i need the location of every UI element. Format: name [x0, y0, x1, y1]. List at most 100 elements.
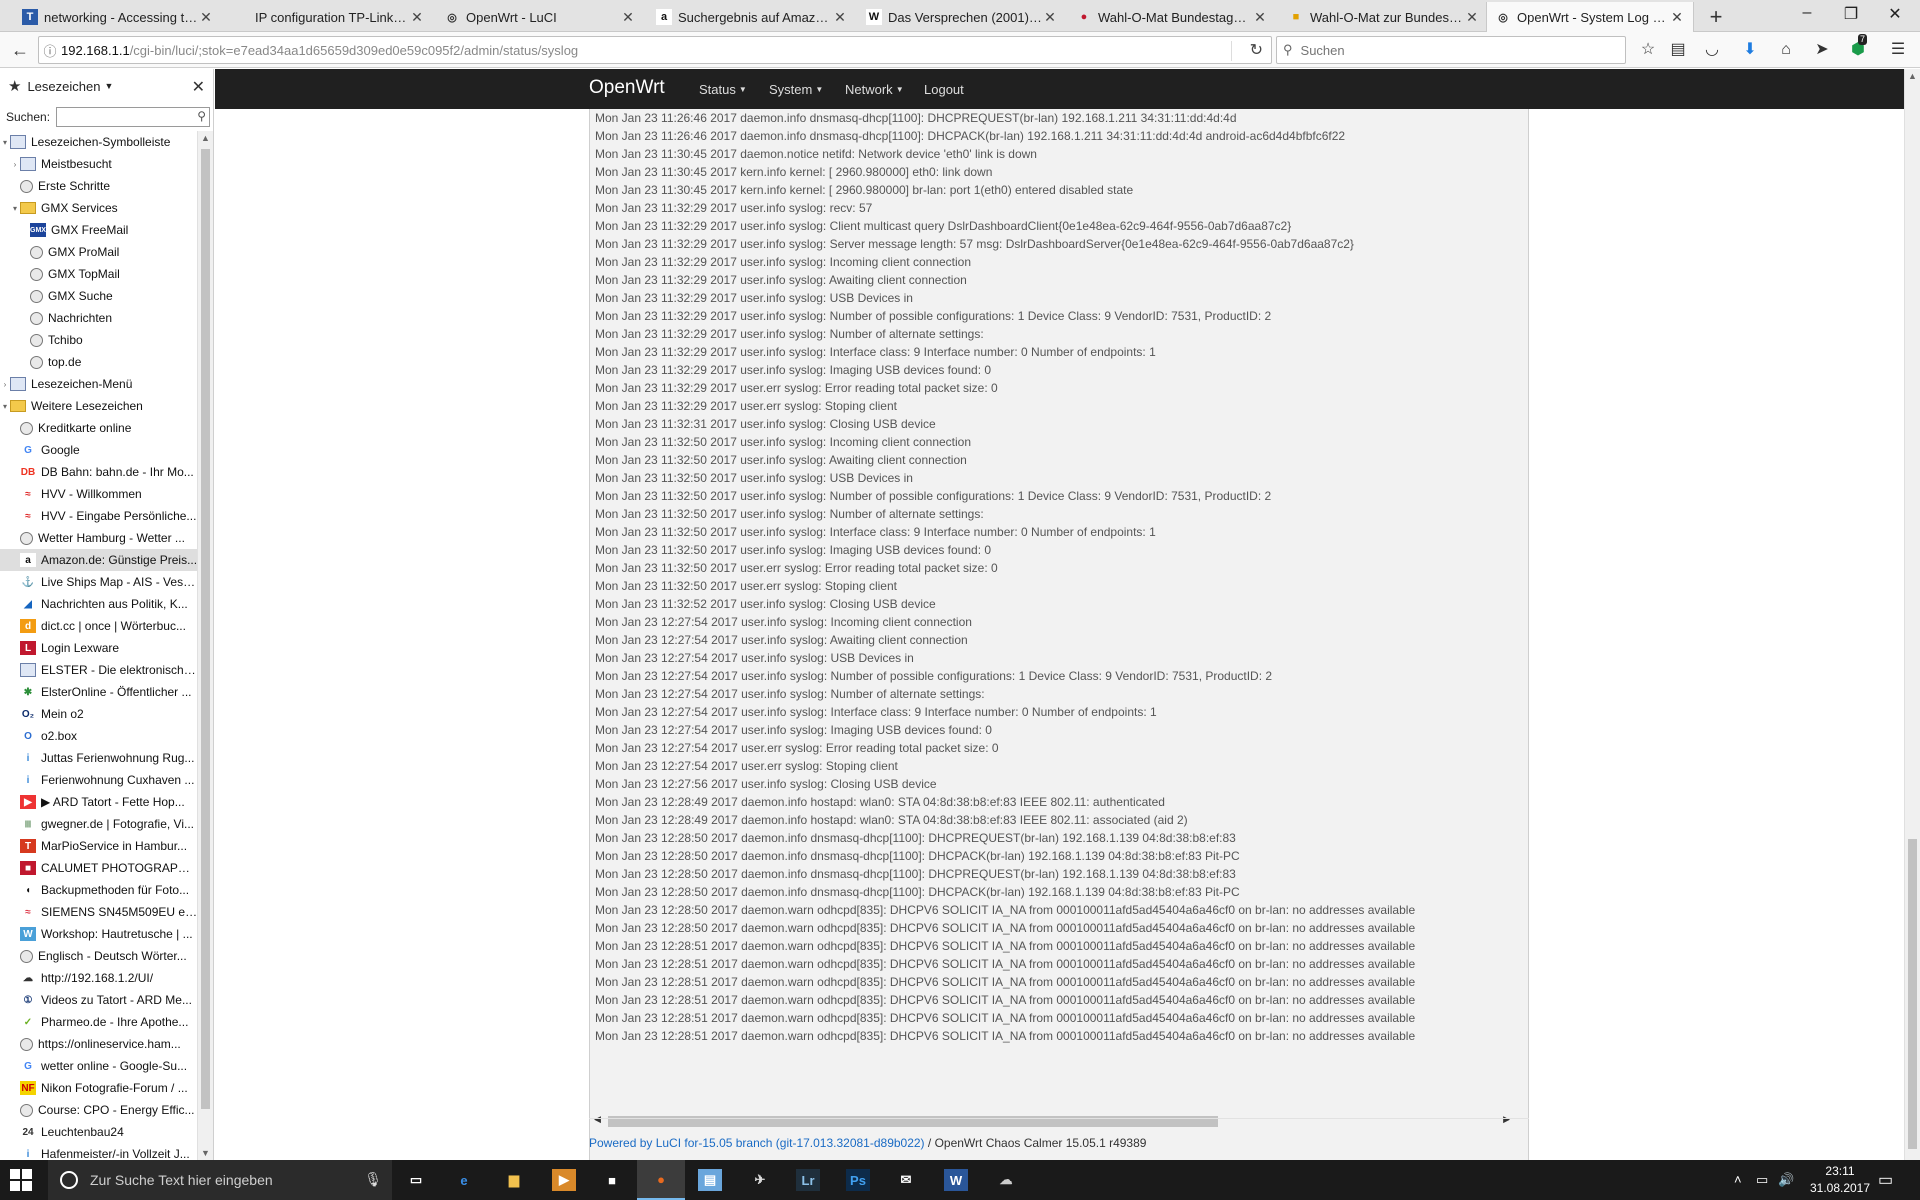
tab-1[interactable]: Tnetworking - Accessing to IP ✕ — [14, 2, 222, 32]
bookmark-item[interactable]: › Meistbesucht — [0, 153, 198, 175]
microphone-icon[interactable]: 🎙 — [364, 1171, 382, 1188]
address-bar[interactable]: ⓘ 192.168.1.1/cgi-bin/luci/;stok=e7ead34… — [38, 36, 1272, 64]
mail-icon[interactable]: ✉ — [882, 1160, 930, 1200]
windows-start-icon[interactable] — [10, 1169, 32, 1191]
send-icon[interactable]: ➤ — [1810, 38, 1834, 62]
bookmark-item[interactable]: ■ CALUMET PHOTOGRAPHI... — [0, 857, 198, 879]
library-icon[interactable]: ▤ — [1666, 38, 1690, 62]
scroll-up-icon[interactable]: ▲ — [1908, 71, 1917, 81]
scrollbar-thumb[interactable] — [1908, 839, 1917, 1149]
reload-icon[interactable]: ↻ — [1250, 40, 1263, 60]
clock[interactable]: 23:11 31.08.2017 — [1800, 1163, 1880, 1197]
tab-8[interactable]: ◎ OpenWrt - System Log - LuCI✕ — [1486, 2, 1694, 32]
bookmark-item[interactable]: ☁ http://192.168.1.2/UI/ — [0, 967, 198, 989]
bookmark-item[interactable]: › Lesezeichen-Menü — [0, 373, 198, 395]
bookmark-item[interactable]: ◖ Backupmethoden für Foto... — [0, 879, 198, 901]
bookmark-item[interactable]: Erste Schritte — [0, 175, 198, 197]
site-info-icon[interactable]: ⓘ — [39, 41, 61, 60]
expand-toggle-icon[interactable]: ▾ — [10, 204, 20, 213]
home-icon[interactable]: ⌂ — [1774, 38, 1798, 62]
bookmark-item[interactable]: Course: CPO - Energy Effic... — [0, 1099, 198, 1121]
bird-app-icon[interactable]: ✈ — [736, 1160, 784, 1200]
bookmark-item[interactable]: ▾ Weitere Lesezeichen — [0, 395, 198, 417]
pocket-icon[interactable]: ◡ — [1700, 38, 1724, 62]
bookmark-item[interactable]: i Juttas Ferienwohnung Rug... — [0, 747, 198, 769]
page-scrollbar[interactable]: ▲ — [1904, 69, 1920, 1160]
bookmark-item[interactable]: ✓ Pharmeo.de - Ihre Apothe... — [0, 1011, 198, 1033]
bookmark-item[interactable]: GMX GMX FreeMail — [0, 219, 198, 241]
network-app-icon[interactable]: ☁ — [982, 1160, 1030, 1200]
tab-close-icon[interactable]: ✕ — [1042, 9, 1058, 26]
bookmark-item[interactable]: d dict.cc | once | Wörterbuc... — [0, 615, 198, 637]
scrollbar-thumb[interactable] — [201, 149, 210, 1109]
tab-close-icon[interactable]: ✕ — [198, 9, 214, 26]
bookmark-item[interactable]: ||| gwegner.de | Fotografie, Vi... — [0, 813, 198, 835]
tab-7[interactable]: ■ Wahl-O-Mat zur Bundestagswahl✕ — [1280, 2, 1488, 32]
bookmark-item[interactable]: NF Nikon Fotografie-Forum / ... — [0, 1077, 198, 1099]
tab-close-icon[interactable]: ✕ — [1669, 9, 1685, 26]
tab-close-icon[interactable]: ✕ — [620, 9, 636, 26]
close-icon[interactable]: ✕ — [192, 77, 205, 97]
media-player-icon[interactable]: ▶ — [540, 1160, 588, 1200]
syslog-textarea[interactable]: Mon Jan 23 11:26:46 2017 daemon.info dns… — [589, 109, 1529, 1160]
close-window-button[interactable]: ✕ — [1880, 4, 1910, 24]
sidebar-search-input[interactable]: ⚲ — [56, 107, 211, 127]
tab-close-icon[interactable]: ✕ — [1252, 9, 1268, 26]
bookmark-item[interactable]: ≈ SIEMENS SN45M509EU ec... — [0, 901, 198, 923]
photoshop-icon[interactable]: Ps — [834, 1160, 882, 1200]
scroll-down-icon[interactable]: ▼ — [201, 1148, 210, 1158]
sidebar-scrollbar[interactable]: ▲ ▼ — [197, 131, 213, 1160]
bookmark-star-icon[interactable]: ☆ — [1636, 38, 1660, 62]
scroll-left-icon[interactable]: ◀ — [594, 1114, 601, 1125]
taskbar-search[interactable]: Zur Suche Text hier eingeben 🎙 — [48, 1160, 392, 1200]
bookmark-item[interactable]: Gwetter online - Google-Su... — [0, 1055, 198, 1077]
bookmark-item[interactable]: Englisch - Deutsch Wörter... — [0, 945, 198, 967]
bookmark-item[interactable]: https://onlineservice.ham... — [0, 1033, 198, 1055]
bookmark-item[interactable]: ⚓ Live Ships Map - AIS - Vess... — [0, 571, 198, 593]
scroll-right-icon[interactable]: ▶ — [1503, 1114, 1510, 1125]
bookmark-item[interactable]: W Workshop: Hautretusche | ... — [0, 923, 198, 945]
bookmark-item[interactable]: L Login Lexware — [0, 637, 198, 659]
bookmark-item[interactable]: Tchibo — [0, 329, 198, 351]
openwrt-brand[interactable]: OpenWrt — [589, 77, 665, 99]
tab-close-icon[interactable]: ✕ — [1464, 9, 1480, 26]
bookmark-item[interactable]: Kreditkarte online — [0, 417, 198, 439]
edge-icon[interactable]: e — [440, 1160, 488, 1200]
bookmark-item[interactable]: ELSTER - Die elektronische... — [0, 659, 198, 681]
bookmark-item[interactable]: ① Videos zu Tatort - ARD Me... — [0, 989, 198, 1011]
addon-icon[interactable]: ⬢ 7 — [1846, 34, 1870, 62]
tab-4[interactable]: a Suchergebnis auf Amazon.de ✕ — [648, 2, 856, 32]
menu-icon[interactable]: ☰ — [1886, 38, 1910, 62]
bookmark-item[interactable]: GMX ProMail — [0, 241, 198, 263]
tab-6[interactable]: ● Wahl-O-Mat Bundestagswahl ✕ — [1068, 2, 1276, 32]
word-icon[interactable]: W — [932, 1160, 980, 1200]
bookmark-item[interactable]: T MarPioService in Hambur... — [0, 835, 198, 857]
scroll-up-icon[interactable]: ▲ — [201, 133, 210, 143]
volume-icon[interactable]: 🔊 — [1778, 1172, 1794, 1188]
search-bar[interactable]: ⚲ — [1276, 36, 1626, 64]
tab-2[interactable]: IP configuration TP-Link MR3020✕ — [225, 2, 433, 32]
bookmark-item[interactable]: i Hafenmeister/-in Vollzeit J... — [0, 1143, 198, 1160]
bookmark-item[interactable]: ✱ ElsterOnline - Öffentlicher ... — [0, 681, 198, 703]
bookmark-item[interactable]: ≈ HVV - Eingabe Persönliche... — [0, 505, 198, 527]
file-explorer-icon[interactable]: ▆ — [490, 1160, 538, 1200]
lightroom-icon[interactable]: Lr — [784, 1160, 832, 1200]
bookmark-item[interactable]: DB DB Bahn: bahn.de - Ihr Mo... — [0, 461, 198, 483]
network-icon[interactable]: ▭ — [1756, 1172, 1768, 1188]
downloads-icon[interactable]: ⬇ — [1738, 38, 1762, 62]
search-input[interactable] — [1298, 41, 1599, 59]
menu-status[interactable]: Status ▼ — [699, 82, 747, 97]
bookmark-item[interactable]: a Amazon.de: Günstige Preis... — [0, 549, 198, 571]
bookmark-item[interactable]: ▾ Lesezeichen-Symbolleiste — [0, 131, 198, 153]
bookmark-item[interactable]: Nachrichten — [0, 307, 198, 329]
bookmark-item[interactable]: ◢ Nachrichten aus Politik, K... — [0, 593, 198, 615]
tab-close-icon[interactable]: ✕ — [832, 9, 848, 26]
bookmark-item[interactable]: O₂ Mein o2 — [0, 703, 198, 725]
notification-icon[interactable]: ▭ — [1878, 1170, 1893, 1190]
bookmark-item[interactable]: ▶ ▶ ARD Tatort - Fette Hop... — [0, 791, 198, 813]
bookmark-item[interactable]: G Google — [0, 439, 198, 461]
horizontal-scrollbar[interactable]: ◀ ▶ — [592, 1113, 1512, 1129]
task-view-icon[interactable]: ▭ — [392, 1160, 440, 1200]
calendar-app-icon[interactable]: ▤ — [686, 1160, 734, 1200]
new-tab-button[interactable]: + — [1704, 4, 1728, 30]
